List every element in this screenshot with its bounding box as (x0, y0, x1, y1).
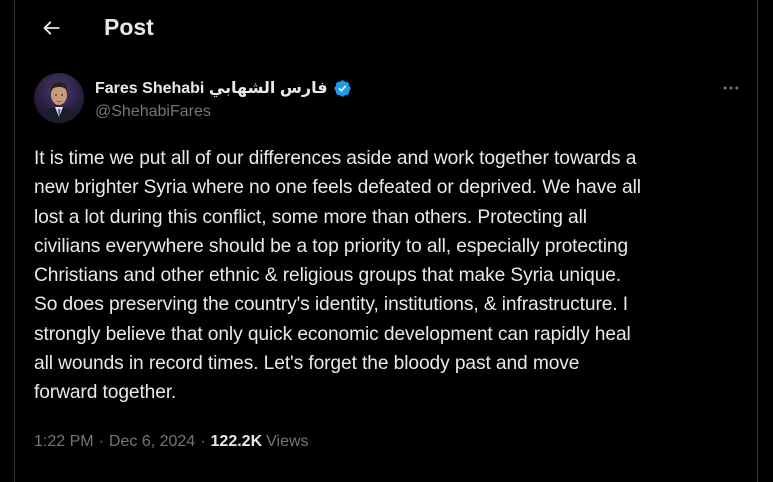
avatar-image (34, 73, 84, 123)
tweet-text-line: strongly believe that only quick economi… (34, 323, 631, 345)
tweet-text-line: new brighter Syria where no one feels de… (34, 177, 641, 199)
meta-separator: · (200, 433, 206, 450)
back-button[interactable] (33, 10, 69, 46)
more-options-button[interactable] (714, 75, 748, 101)
author-display-name[interactable]: Fares Shehabi فارس الشهابي (95, 78, 328, 98)
tweet-text-line: It is time we put all of our differences… (34, 148, 637, 169)
verified-badge-icon[interactable] (333, 79, 352, 98)
tweet-text-line: So does preserving the country's identit… (34, 294, 629, 316)
views-count: 122.2K (210, 433, 263, 450)
meta-separator: · (98, 433, 104, 450)
post-time-link[interactable]: 1:22 PM (34, 433, 94, 451)
arrow-left-icon (43, 21, 60, 35)
tweet-text-line: Christians and other ethnic & religious … (34, 265, 622, 287)
tweet-metadata: 1:22 PM · Dec 6, 2024 · 122.2K Views (34, 433, 309, 451)
post-date-link[interactable]: Dec 6, 2024 (109, 433, 195, 451)
avatar[interactable] (34, 73, 84, 123)
post-column: Post Fares Shehabi فارس الشهابي @Shehabi… (14, 0, 758, 482)
post-header: Post (15, 0, 757, 56)
tweet-text-line: lost a lot during this conflict, some mo… (34, 206, 587, 228)
tweet-text: It is time we put all of our differences… (34, 144, 746, 408)
more-horizontal-icon (723, 86, 739, 90)
page-title: Post (104, 14, 154, 40)
tweet-text-line: civilians everywhere should be a top pri… (34, 235, 629, 257)
author-name-row[interactable]: Fares Shehabi فارس الشهابي (95, 77, 352, 99)
tweet-text-line: all wounds in record times. Let's forget… (34, 353, 580, 375)
tweet-text-line: forward together. (34, 382, 177, 404)
views-label: Views (266, 433, 309, 450)
author-handle[interactable]: @ShehabiFares (95, 103, 211, 121)
